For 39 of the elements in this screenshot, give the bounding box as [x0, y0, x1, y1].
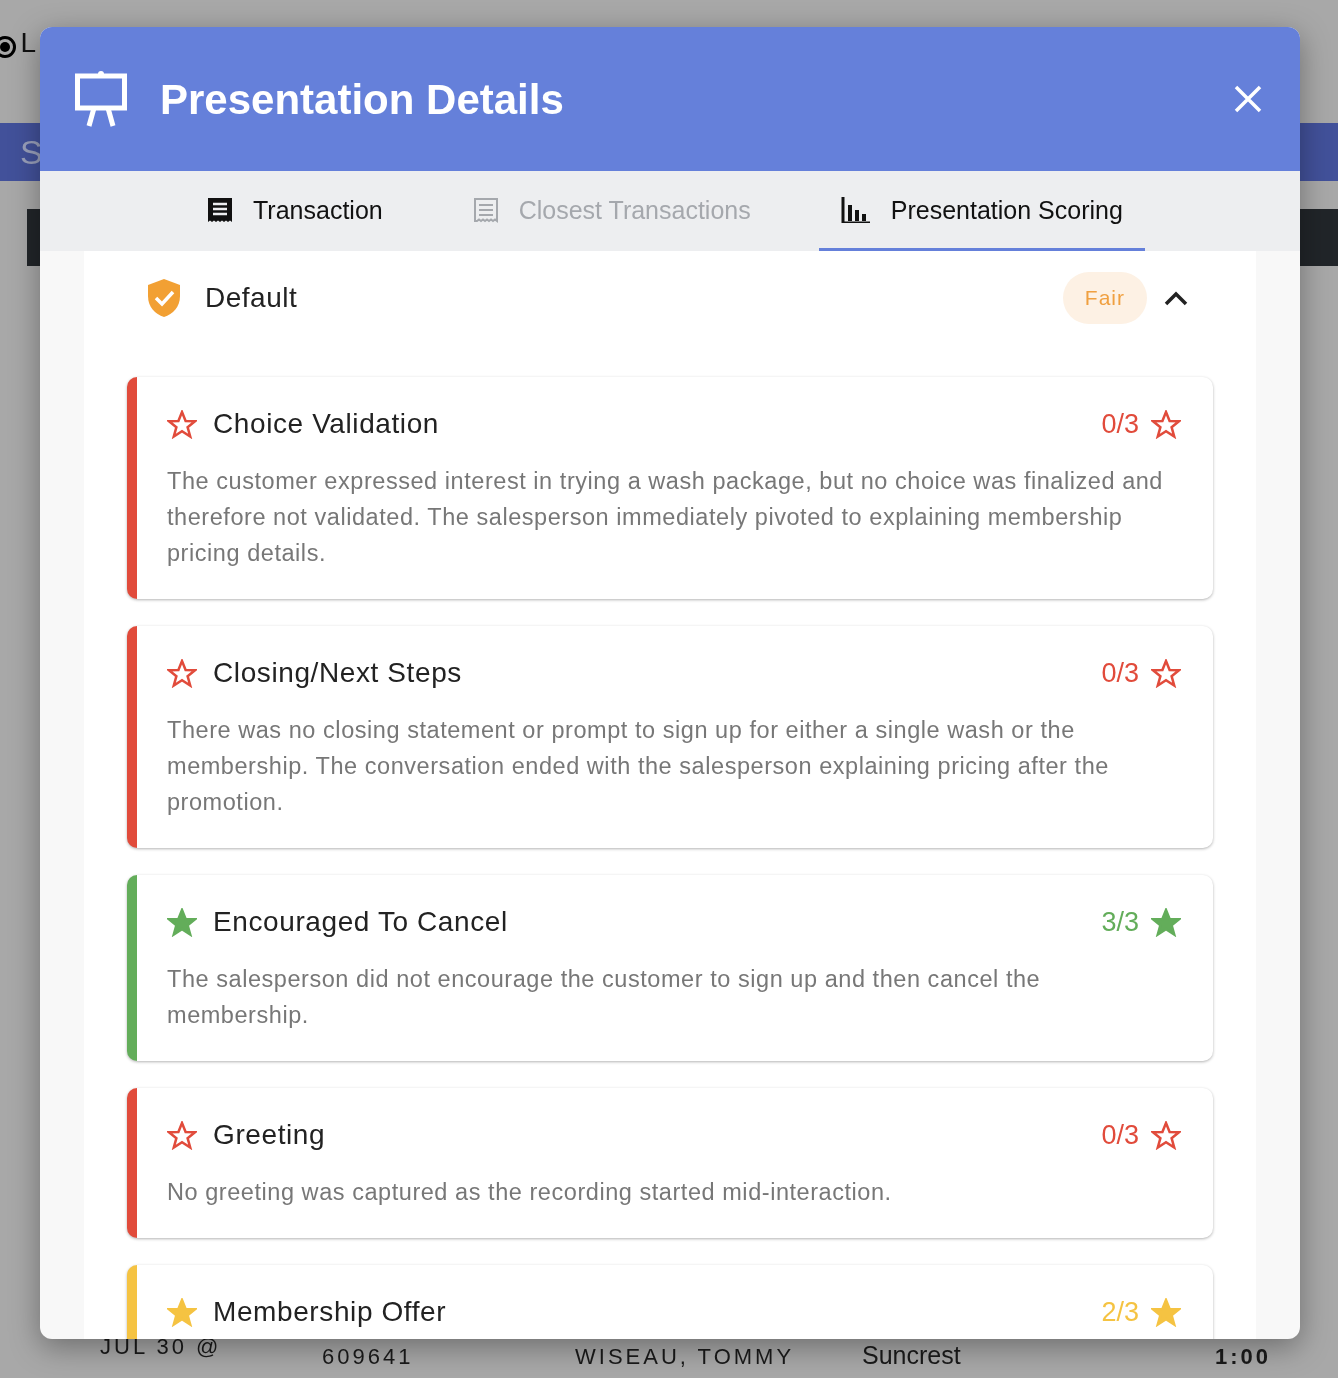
criterion-score: 0/3 — [1101, 407, 1139, 441]
rating-badge: Fair — [1062, 272, 1147, 324]
receipt-icon — [472, 196, 499, 223]
filled-star-icon — [1151, 1297, 1181, 1327]
row-number: 609641 — [322, 1343, 414, 1371]
criterion-score: 2/3 — [1101, 1295, 1139, 1329]
criterion-description: The salesperson did not encourage the customer to sign up and then cancel the membership. — [167, 965, 1042, 1030]
criterion-title: Greeting — [213, 1118, 326, 1152]
header-bar — [1300, 123, 1338, 181]
criterion-score: 0/3 — [1101, 1118, 1139, 1152]
row-duration: 1:00 — [1215, 1343, 1272, 1371]
toolbar-background — [27, 209, 40, 266]
criterion-score: 3/3 — [1101, 905, 1139, 939]
bar-chart-icon — [840, 196, 871, 223]
shield-check-icon — [147, 278, 181, 318]
row-name: WISEAU, TOMMY — [575, 1343, 795, 1371]
criterion-title: Membership Offer — [213, 1295, 447, 1329]
easel-icon — [74, 70, 128, 128]
star-outline-icon — [1151, 1120, 1181, 1150]
toolbar-background — [1300, 209, 1338, 266]
criterion-description: There was no closing statement or prompt to sign up for either a single wash or the membership. The conversation ended with the salesperson explaining pricing after the promotion. — [167, 716, 1110, 817]
section-title: Default — [205, 281, 298, 315]
row-date: JUL 30 @ — [100, 1333, 222, 1361]
dialog-title: Presentation Details — [160, 74, 564, 125]
criterion-description: No greeting was captured as the recording started mid-interaction. — [167, 1178, 893, 1207]
criterion-title: Encouraged To Cancel — [213, 905, 508, 939]
filled-star-icon — [1151, 907, 1181, 937]
tab[interactable]: Transaction — [185, 171, 405, 251]
radio-button[interactable] — [0, 36, 16, 58]
star-outline-icon — [1151, 409, 1181, 439]
criterion-title: Closing/Next Steps — [213, 656, 462, 690]
star-outline-icon — [1151, 658, 1181, 688]
criterion-description: The customer expressed interest in trying a wash package, but no choice was finalized and therefore not validated. The salesperson immediately pivoted to explaining membership pricing details. — [167, 467, 1164, 568]
criterion-score: 0/3 — [1101, 656, 1139, 690]
header-bar: S — [0, 123, 40, 181]
row-location: Suncrest — [862, 1340, 961, 1371]
receipt-icon — [207, 196, 233, 223]
radio-label: L — [20, 27, 37, 58]
criterion-title: Choice Validation — [213, 407, 440, 441]
